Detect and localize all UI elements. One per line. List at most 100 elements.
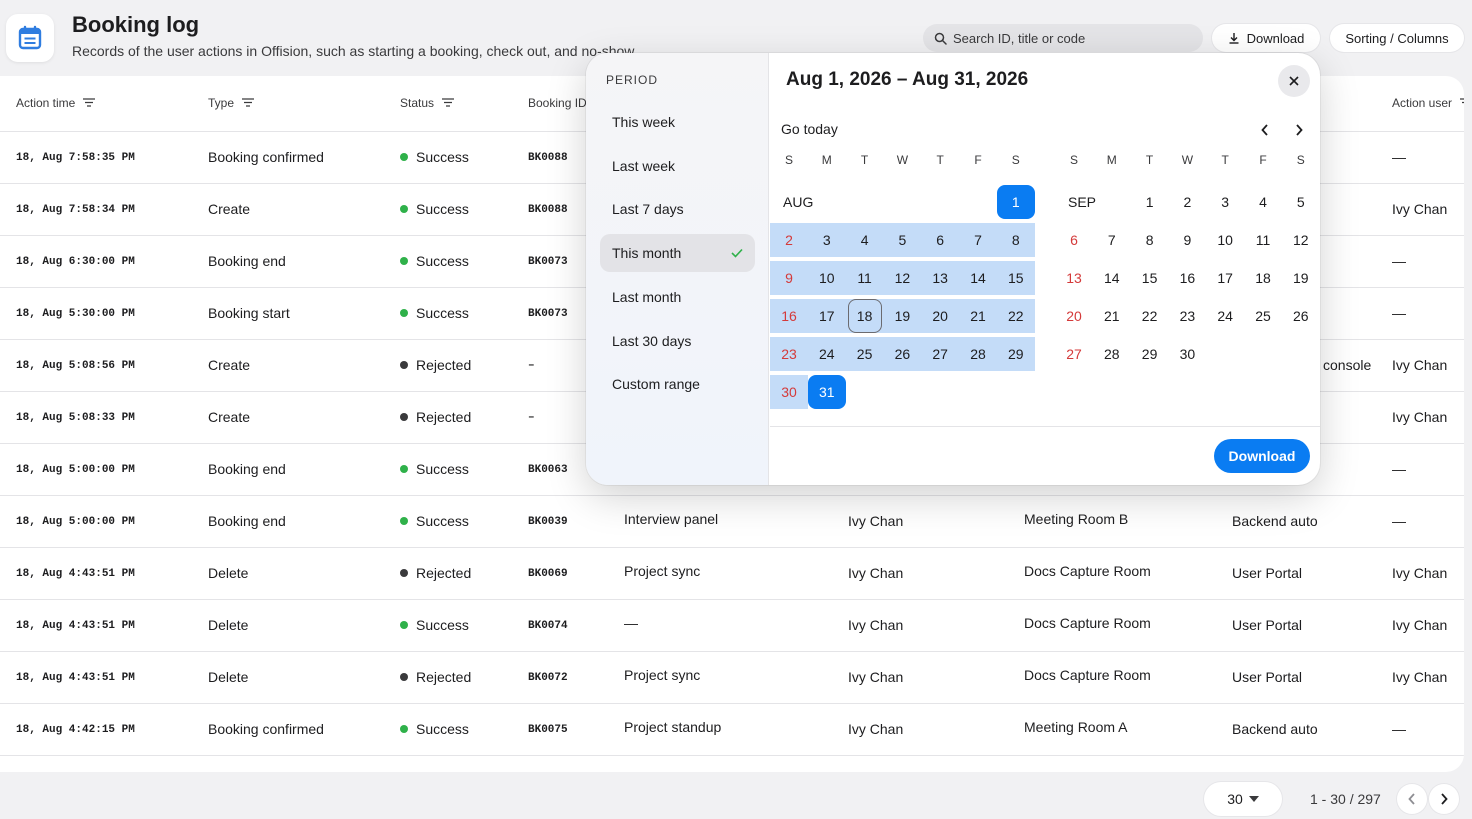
col-action-user[interactable]: Action user <box>1392 96 1464 110</box>
apply-download-button[interactable]: Download <box>1214 439 1310 473</box>
calendar-day[interactable]: 8 <box>1131 223 1169 257</box>
calendar-day[interactable]: 12 <box>1282 223 1320 257</box>
calendar-day[interactable]: 6 <box>921 223 960 257</box>
calendar-day[interactable]: 25 <box>1244 299 1282 333</box>
close-button[interactable] <box>1278 65 1310 97</box>
calendar-day[interactable]: 27 <box>921 337 960 371</box>
table-row[interactable]: 18, Aug 4:43:51 PM Delete Rejected BK0069 Pr… <box>0 548 1464 600</box>
calendar-day[interactable]: 12 <box>883 261 922 295</box>
action-user-cell: Ivy Chan <box>1392 201 1448 217</box>
calendar-day[interactable]: 2 <box>770 223 808 257</box>
calendar-day[interactable]: 21 <box>959 299 997 333</box>
period-option[interactable]: This month <box>600 234 755 273</box>
calendar-day[interactable]: 6 <box>1055 223 1093 257</box>
action-time-cell: 18, Aug 5:30:00 PM <box>16 308 135 320</box>
calendar-day[interactable]: 28 <box>959 337 997 371</box>
next-month-button[interactable] <box>1288 119 1310 141</box>
calendar-day[interactable]: 24 <box>807 337 846 371</box>
calendar-day[interactable]: 5 <box>883 223 922 257</box>
calendar-day[interactable]: 29 <box>996 337 1035 371</box>
prev-month-button[interactable] <box>1254 119 1276 141</box>
calendar-day[interactable]: 19 <box>883 299 922 333</box>
calendar-day[interactable]: 16 <box>1168 261 1206 295</box>
calendar-day[interactable]: 23 <box>770 337 808 371</box>
source-cell: console <box>1323 357 1372 373</box>
calendar-day[interactable]: 27 <box>1055 337 1093 371</box>
col-action-time[interactable]: Action time <box>16 96 96 110</box>
calendar-day[interactable]: 16 <box>770 299 808 333</box>
calendar-day[interactable]: 26 <box>883 337 922 371</box>
period-option[interactable]: Last 30 days <box>600 322 755 360</box>
calendar-day[interactable]: 7 <box>959 223 997 257</box>
filter-icon[interactable] <box>1460 96 1464 110</box>
filter-icon[interactable] <box>242 96 255 110</box>
filter-icon[interactable] <box>83 96 96 110</box>
next-page-button[interactable] <box>1429 784 1459 814</box>
col-booking-id[interactable]: Booking ID <box>528 96 587 110</box>
calendar-day[interactable]: 3 <box>1206 185 1244 219</box>
search-box[interactable] <box>923 24 1203 52</box>
period-option[interactable]: Last 7 days <box>600 190 755 228</box>
booking-id-cell: BK0063 <box>528 464 568 476</box>
calendar-day[interactable]: 18 <box>1244 261 1282 295</box>
calendar-day[interactable]: 3 <box>807 223 846 257</box>
go-today-button[interactable]: Go today <box>781 121 838 137</box>
calendar-day[interactable]: 20 <box>1055 299 1093 333</box>
calendar-day[interactable]: 11 <box>845 261 884 295</box>
period-option[interactable]: Last month <box>600 278 755 316</box>
calendar-day[interactable]: 20 <box>921 299 960 333</box>
calendar-day[interactable]: 7 <box>1093 223 1131 257</box>
calendar-day[interactable]: 4 <box>1244 185 1282 219</box>
calendar-day[interactable]: 15 <box>1131 261 1169 295</box>
calendar-day[interactable]: 30 <box>770 375 808 409</box>
calendar-day[interactable]: 29 <box>1131 337 1169 371</box>
table-row[interactable]: 18, Aug 4:43:51 PM Delete Success BK0074 — Iv… <box>0 600 1464 652</box>
download-button[interactable]: Download <box>1212 24 1320 52</box>
calendar-day[interactable]: 28 <box>1093 337 1131 371</box>
table-row[interactable]: 18, Aug 5:00:00 PM Booking end Success BK00… <box>0 496 1464 548</box>
calendar-day[interactable]: 25 <box>845 337 884 371</box>
period-option[interactable]: This week <box>600 103 755 141</box>
calendar-day[interactable]: 18 <box>845 299 884 333</box>
calendar-day[interactable]: 9 <box>1168 223 1206 257</box>
calendar-day[interactable]: 17 <box>1206 261 1244 295</box>
calendar-day[interactable]: 31 <box>807 375 846 409</box>
calendar-day[interactable]: 14 <box>1093 261 1131 295</box>
calendar-day[interactable]: 21 <box>1093 299 1131 333</box>
calendar-day[interactable]: 11 <box>1244 223 1282 257</box>
calendar-day[interactable]: 19 <box>1282 261 1320 295</box>
calendar-day[interactable]: 13 <box>921 261 960 295</box>
calendar-day[interactable]: 17 <box>807 299 846 333</box>
table-row[interactable]: 18, Aug 4:42:15 PM Booking confirmed Succe… <box>0 704 1464 756</box>
status-cell: Success <box>400 305 469 321</box>
prev-page-button[interactable] <box>1397 784 1427 814</box>
calendar-day[interactable]: 30 <box>1168 337 1206 371</box>
page-size-select[interactable]: 30 <box>1204 782 1282 816</box>
calendar-day[interactable]: 2 <box>1168 185 1206 219</box>
search-input[interactable] <box>953 30 1193 46</box>
filter-icon[interactable] <box>442 96 455 110</box>
calendar-day[interactable]: 8 <box>996 223 1035 257</box>
calendar-day[interactable]: 1 <box>1131 185 1169 219</box>
calendar-day[interactable]: 1 <box>996 185 1035 219</box>
calendar-day[interactable]: 23 <box>1168 299 1206 333</box>
calendar-day[interactable]: 15 <box>996 261 1035 295</box>
col-type[interactable]: Type <box>208 96 255 110</box>
calendar-day[interactable]: 5 <box>1282 185 1320 219</box>
sorting-columns-button[interactable]: Sorting / Columns <box>1330 24 1464 52</box>
calendar-day[interactable]: 22 <box>1131 299 1169 333</box>
table-row[interactable]: 18, Aug 4:43:51 PM Delete Rejected BK0072 Pr… <box>0 652 1464 704</box>
calendar-day[interactable]: 14 <box>959 261 997 295</box>
action-time-cell: 18, Aug 7:58:34 PM <box>16 204 135 216</box>
calendar-day[interactable]: 4 <box>845 223 884 257</box>
calendar-day[interactable]: 9 <box>770 261 808 295</box>
calendar-day[interactable]: 10 <box>1206 223 1244 257</box>
calendar-day[interactable]: 22 <box>996 299 1035 333</box>
calendar-day[interactable]: 24 <box>1206 299 1244 333</box>
period-option[interactable]: Last week <box>600 147 755 185</box>
period-option[interactable]: Custom range <box>600 365 755 403</box>
col-status[interactable]: Status <box>400 96 455 110</box>
calendar-day[interactable]: 13 <box>1055 261 1093 295</box>
calendar-day[interactable]: 26 <box>1282 299 1320 333</box>
calendar-day[interactable]: 10 <box>807 261 846 295</box>
